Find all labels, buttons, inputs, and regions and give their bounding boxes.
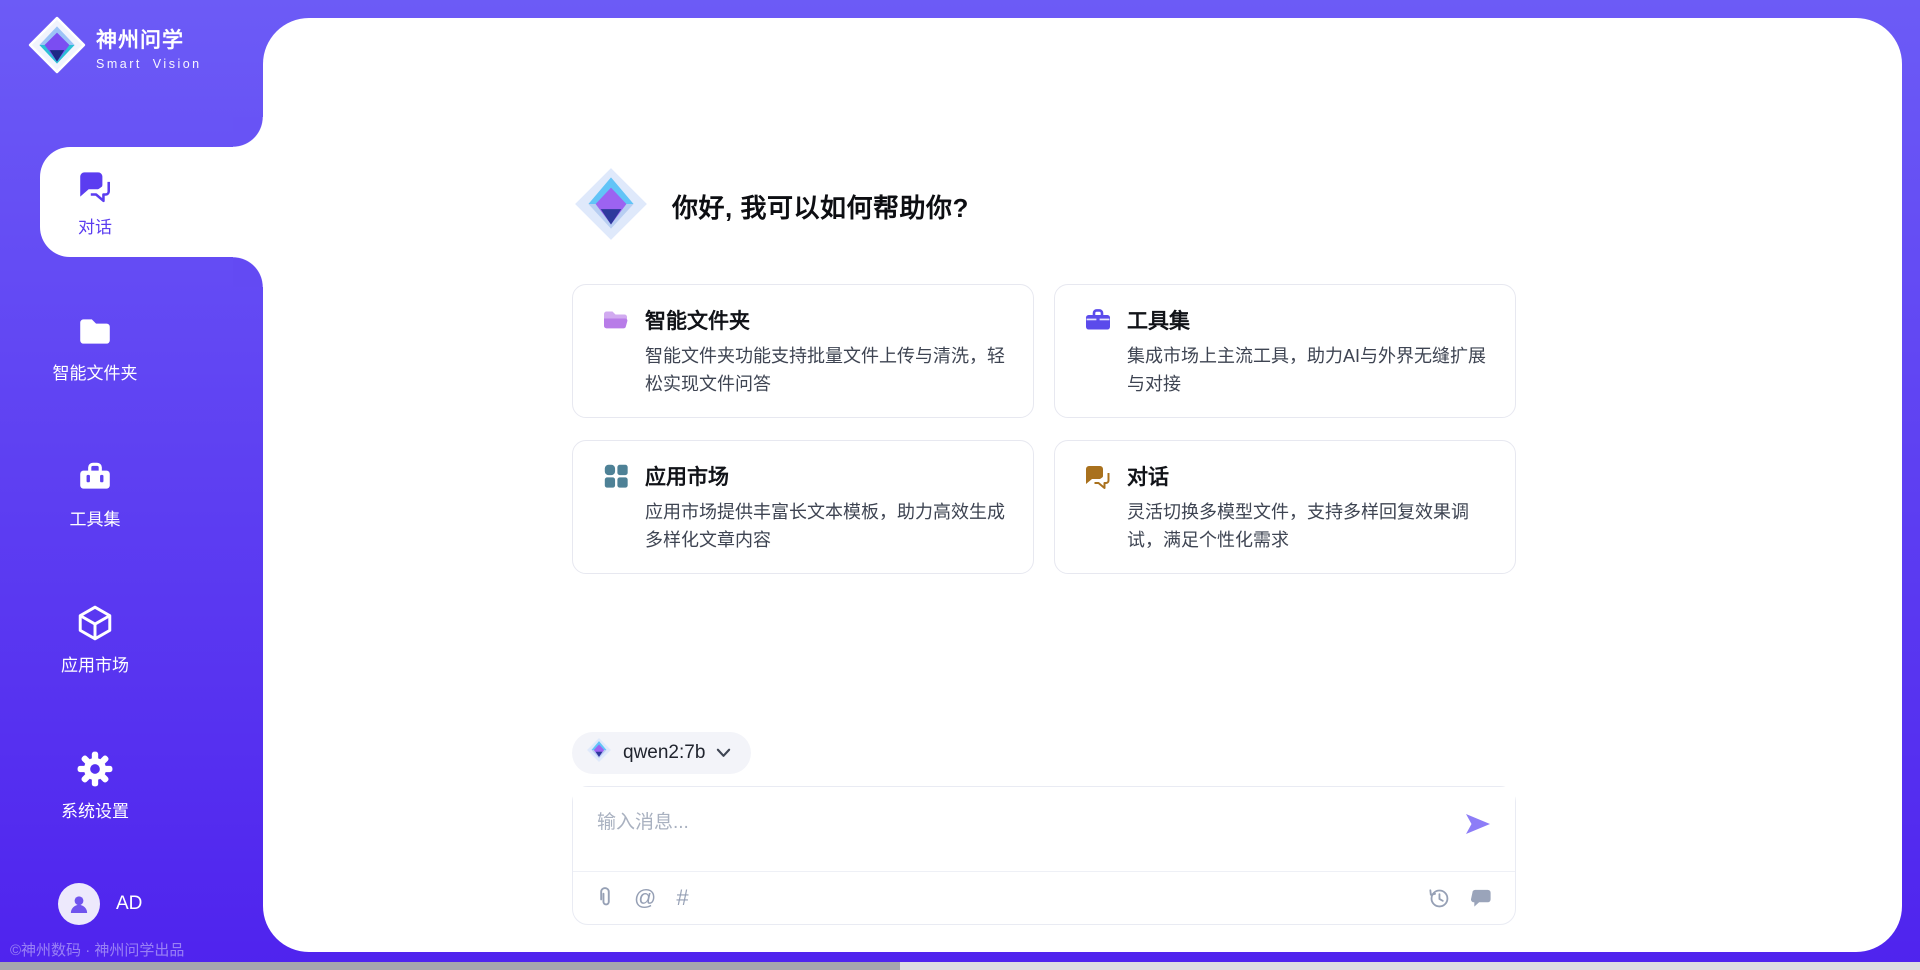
chat-icon — [1083, 461, 1113, 491]
sidebar-nav: 对话 智能文件夹 工具集 — [0, 129, 263, 859]
card-description: 智能文件夹功能支持批量文件上传与清洗，轻松实现文件问答 — [645, 343, 1007, 399]
main-panel: 你好, 我可以如何帮助你? 智能文件夹 智能文件夹功能支持批量文件上传与清洗，轻… — [263, 18, 1902, 952]
feature-card-smart-folder[interactable]: 智能文件夹 智能文件夹功能支持批量文件上传与清洗，轻松实现文件问答 — [572, 284, 1034, 418]
sidebar-item-label: 智能文件夹 — [53, 359, 138, 384]
user-avatar-icon — [58, 883, 100, 925]
assistant-logo-icon — [572, 165, 650, 248]
sidebar-item-toolset[interactable]: 工具集 — [0, 421, 190, 567]
model-name: qwen2:7b — [623, 742, 705, 764]
card-title: 工具集 — [1127, 305, 1190, 335]
greeting-title: 你好, 我可以如何帮助你? — [672, 188, 969, 225]
history-icon[interactable] — [1427, 886, 1450, 909]
gear-icon — [76, 750, 114, 788]
welcome-header: 你好, 我可以如何帮助你? — [572, 165, 1516, 248]
card-title: 智能文件夹 — [645, 305, 750, 335]
sidebar-item-label: 系统设置 — [61, 797, 129, 822]
card-title: 应用市场 — [645, 461, 729, 491]
message-composer: @ # — [572, 786, 1516, 925]
brand: 神州问学 Smart Vision — [0, 0, 263, 79]
feature-card-chat[interactable]: 对话 灵活切换多模型文件，支持多样回复效果调试，满足个性化需求 — [1054, 440, 1516, 574]
brand-subtitle: Smart Vision — [96, 57, 202, 71]
hashtag-icon[interactable]: # — [676, 887, 688, 909]
composer-toolbar: @ # — [573, 871, 1515, 924]
grid-icon — [601, 461, 631, 491]
sidebar-item-label: 工具集 — [70, 505, 121, 530]
tab-fillet-bottom — [233, 257, 263, 287]
attachment-icon[interactable] — [595, 886, 614, 910]
sidebar-item-label: 对话 — [78, 213, 112, 238]
brand-name: 神州问学 — [96, 24, 202, 54]
message-input[interactable] — [573, 787, 1515, 871]
sidebar-item-settings[interactable]: 系统设置 — [0, 713, 190, 859]
card-title: 对话 — [1127, 461, 1169, 491]
mention-icon[interactable]: @ — [634, 887, 656, 909]
sidebar-item-smart-folder[interactable]: 智能文件夹 — [0, 275, 190, 421]
sidebar-item-app-market[interactable]: 应用市场 — [0, 567, 190, 713]
feature-card-toolset[interactable]: 工具集 集成市场上主流工具，助力AI与外界无缝扩展与对接 — [1054, 284, 1516, 418]
feature-card-app-market[interactable]: 应用市场 应用市场提供丰富长文本模板，助力高效生成多样化文章内容 — [572, 440, 1034, 574]
model-logo-icon — [586, 737, 612, 768]
folder-icon — [601, 305, 631, 335]
sidebar: 神州问学 Smart Vision 对话 智能文件夹 — [0, 0, 263, 970]
briefcase-icon — [1083, 305, 1113, 335]
tab-fillet-top — [233, 117, 263, 147]
feature-cards: 智能文件夹 智能文件夹功能支持批量文件上传与清洗，轻松实现文件问答 工具集 — [572, 284, 1516, 574]
model-selector[interactable]: qwen2:7b — [572, 732, 751, 774]
card-description: 灵活切换多模型文件，支持多样回复效果调试，满足个性化需求 — [1127, 499, 1489, 555]
cube-icon — [76, 604, 114, 642]
scrollbar-thumb[interactable] — [0, 962, 900, 970]
feedback-icon[interactable] — [1470, 886, 1493, 909]
toolbox-icon — [76, 458, 114, 496]
chevron-down-icon — [716, 747, 731, 759]
folder-icon — [76, 312, 114, 350]
user-name: AD — [116, 893, 142, 915]
card-description: 应用市场提供丰富长文本模板，助力高效生成多样化文章内容 — [645, 499, 1007, 555]
brand-logo-icon — [28, 16, 86, 79]
sidebar-item-chat[interactable]: 对话 — [0, 129, 190, 275]
send-icon[interactable] — [1463, 809, 1493, 839]
chat-icon — [76, 166, 114, 204]
card-description: 集成市场上主流工具，助力AI与外界无缝扩展与对接 — [1127, 343, 1489, 399]
horizontal-scrollbar[interactable] — [0, 962, 1920, 970]
user-profile[interactable]: AD — [0, 883, 263, 925]
sidebar-item-label: 应用市场 — [61, 651, 129, 676]
